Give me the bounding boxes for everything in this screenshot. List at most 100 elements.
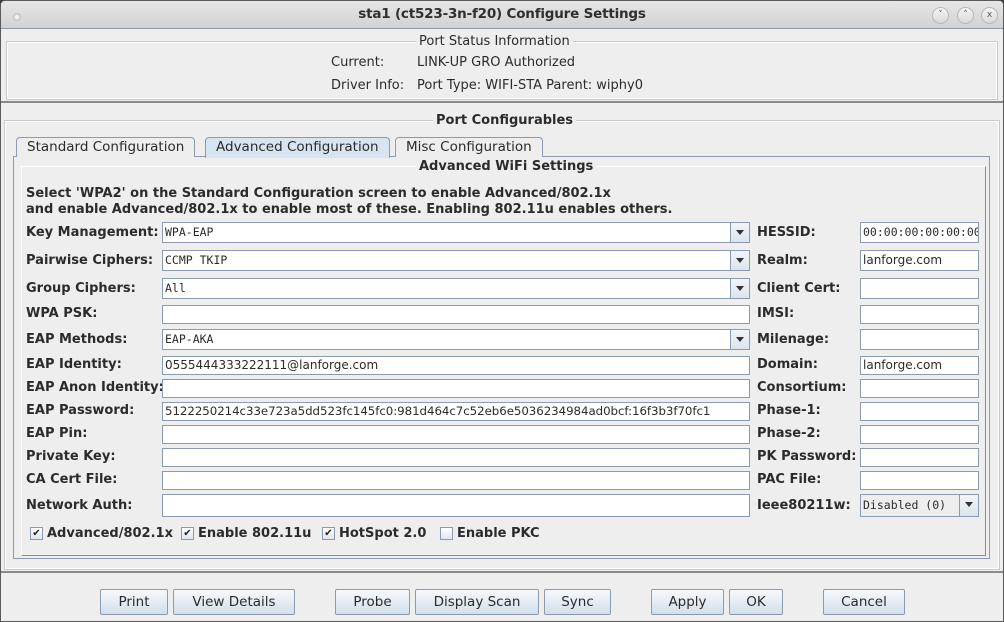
eap-methods-label: EAP Methods: bbox=[26, 332, 128, 347]
wpa-psk-input[interactable] bbox=[162, 305, 750, 324]
realm-label: Realm: bbox=[757, 253, 808, 268]
pk-password-label: PK Password: bbox=[757, 449, 857, 464]
checkbox-label: Enable PKC bbox=[457, 526, 540, 541]
pairwise-ciphers-label: Pairwise Ciphers: bbox=[26, 253, 154, 268]
checkbox-label: HotSpot 2.0 bbox=[339, 526, 427, 541]
view-details-button[interactable]: View Details bbox=[173, 589, 295, 615]
imsi-input[interactable] bbox=[860, 305, 979, 324]
eap-methods-value: EAP-AKA bbox=[165, 332, 214, 346]
ok-button[interactable]: OK bbox=[729, 589, 783, 615]
checkmark-icon: ✔ bbox=[30, 527, 43, 540]
eap-password-label: EAP Password: bbox=[26, 403, 135, 418]
phase2-label: Phase-2: bbox=[757, 426, 821, 441]
imsi-label: IMSI: bbox=[757, 306, 795, 321]
domain-label: Domain: bbox=[757, 357, 818, 372]
key-management-select[interactable]: WPA-EAP bbox=[162, 222, 750, 243]
hessid-input[interactable]: 00:00:00:00:00:00 bbox=[860, 222, 979, 243]
key-management-value: WPA-EAP bbox=[165, 225, 214, 239]
pac-file-label: PAC File: bbox=[757, 472, 822, 487]
private-key-input[interactable] bbox=[162, 448, 750, 467]
consortium-label: Consortium: bbox=[757, 380, 847, 395]
probe-button[interactable]: Probe bbox=[335, 589, 410, 615]
checkbox-empty-icon bbox=[440, 527, 453, 540]
enable-80211u-checkbox[interactable]: ✔ Enable 802.11u bbox=[181, 526, 311, 541]
client-cert-input[interactable] bbox=[860, 278, 979, 299]
eap-password-input[interactable]: 5122250214c33e723a5dd523fc145fc0:981d464… bbox=[162, 402, 750, 421]
checkmark-icon: ✔ bbox=[181, 527, 194, 540]
advanced-8021x-checkbox[interactable]: ✔ Advanced/802.1x bbox=[30, 526, 173, 541]
group-ciphers-select[interactable]: All bbox=[162, 278, 750, 299]
minimize-button[interactable]: ˅ bbox=[932, 7, 949, 24]
eap-pin-input[interactable] bbox=[162, 425, 750, 444]
chevron-down-icon: ˅ bbox=[938, 10, 943, 20]
dropdown-arrow-icon[interactable] bbox=[730, 251, 749, 270]
private-key-label: Private Key: bbox=[26, 449, 116, 464]
help-note-line1: Select 'WPA2' on the Standard Configurat… bbox=[26, 186, 611, 201]
dropdown-arrow-icon[interactable] bbox=[730, 330, 749, 349]
eap-anon-identity-label: EAP Anon Identity: bbox=[26, 380, 164, 395]
apply-button[interactable]: Apply bbox=[651, 589, 724, 615]
display-scan-button[interactable]: Display Scan bbox=[415, 589, 539, 615]
ca-cert-file-input[interactable] bbox=[162, 471, 750, 490]
enable-pkc-checkbox[interactable]: Enable PKC bbox=[440, 526, 540, 541]
title-bar[interactable]: sta1 (ct523-3n-f20) Configure Settings ˅… bbox=[1, 1, 1003, 29]
pac-file-input[interactable] bbox=[860, 471, 979, 490]
tab-misc-configuration[interactable]: Misc Configuration bbox=[395, 137, 543, 157]
chevron-up-icon: ˄ bbox=[963, 10, 968, 20]
maximize-button[interactable]: ˄ bbox=[957, 7, 974, 24]
checkmark-icon: ✔ bbox=[322, 527, 335, 540]
ca-cert-file-label: CA Cert File: bbox=[26, 472, 118, 487]
driver-info-label: Driver Info: bbox=[331, 78, 405, 93]
pk-password-input[interactable] bbox=[860, 448, 979, 467]
wpa-psk-label: WPA PSK: bbox=[26, 306, 98, 321]
cancel-button[interactable]: Cancel bbox=[823, 589, 905, 615]
sync-button[interactable]: Sync bbox=[544, 589, 611, 615]
close-icon: x bbox=[986, 10, 993, 20]
current-value: LINK-UP GRO Authorized bbox=[417, 55, 576, 70]
eap-anon-identity-input[interactable] bbox=[162, 379, 750, 398]
dropdown-arrow-icon[interactable] bbox=[730, 279, 749, 298]
group-ciphers-value: All bbox=[165, 281, 186, 295]
network-auth-input[interactable] bbox=[162, 494, 750, 517]
milenage-label: Milenage: bbox=[757, 332, 830, 347]
divider bbox=[1, 101, 1003, 103]
phase1-input[interactable] bbox=[860, 402, 979, 421]
milenage-input[interactable] bbox=[860, 329, 979, 350]
consortium-input[interactable] bbox=[860, 379, 979, 398]
configure-settings-window: sta1 (ct523-3n-f20) Configure Settings ˅… bbox=[0, 0, 1004, 622]
hotspot-20-checkbox[interactable]: ✔ HotSpot 2.0 bbox=[322, 526, 426, 541]
phase1-label: Phase-1: bbox=[757, 403, 821, 418]
pairwise-ciphers-select[interactable]: CCMP TKIP bbox=[162, 250, 750, 271]
pairwise-ciphers-value: CCMP TKIP bbox=[165, 253, 228, 267]
port-status-legend: Port Status Information bbox=[416, 34, 573, 49]
dropdown-arrow-icon[interactable] bbox=[730, 223, 749, 242]
current-label: Current: bbox=[331, 55, 385, 70]
checkbox-label: Enable 802.11u bbox=[198, 526, 312, 541]
close-button[interactable]: x bbox=[981, 7, 998, 24]
key-management-label: Key Management: bbox=[26, 225, 159, 240]
realm-input[interactable]: lanforge.com bbox=[860, 250, 979, 271]
driver-info-value: Port Type: WIFI-STA Parent: wiphy0 bbox=[417, 78, 644, 93]
group-ciphers-label: Group Ciphers: bbox=[26, 281, 136, 296]
domain-input[interactable]: lanforge.com bbox=[860, 356, 979, 375]
port-configurables-legend: Port Configurables bbox=[433, 113, 577, 128]
dropdown-arrow-icon[interactable] bbox=[959, 495, 978, 516]
window-title: sta1 (ct523-3n-f20) Configure Settings bbox=[358, 6, 646, 22]
tab-standard-configuration[interactable]: Standard Configuration bbox=[16, 137, 196, 157]
divider bbox=[1, 571, 1003, 573]
help-note-line2: and enable Advanced/802.1x to enable mos… bbox=[26, 202, 673, 217]
ieee80211w-select[interactable]: Disabled (0) bbox=[860, 494, 979, 517]
checkbox-label: Advanced/802.1x bbox=[47, 526, 173, 541]
phase2-input[interactable] bbox=[860, 425, 979, 444]
advanced-wifi-legend: Advanced WiFi Settings bbox=[416, 159, 597, 174]
print-button[interactable]: Print bbox=[100, 589, 168, 615]
client-cert-label: Client Cert: bbox=[757, 281, 841, 296]
hessid-label: HESSID: bbox=[757, 225, 816, 240]
eap-identity-input[interactable]: 0555444333222111@lanforge.com bbox=[162, 356, 750, 375]
eap-methods-select[interactable]: EAP-AKA bbox=[162, 329, 750, 350]
eap-identity-label: EAP Identity: bbox=[26, 357, 122, 372]
ieee80211w-value: Disabled (0) bbox=[863, 498, 947, 512]
ieee80211w-label: Ieee80211w: bbox=[757, 498, 851, 513]
eap-pin-label: EAP Pin: bbox=[26, 426, 88, 441]
tab-advanced-configuration[interactable]: Advanced Configuration bbox=[205, 137, 390, 158]
